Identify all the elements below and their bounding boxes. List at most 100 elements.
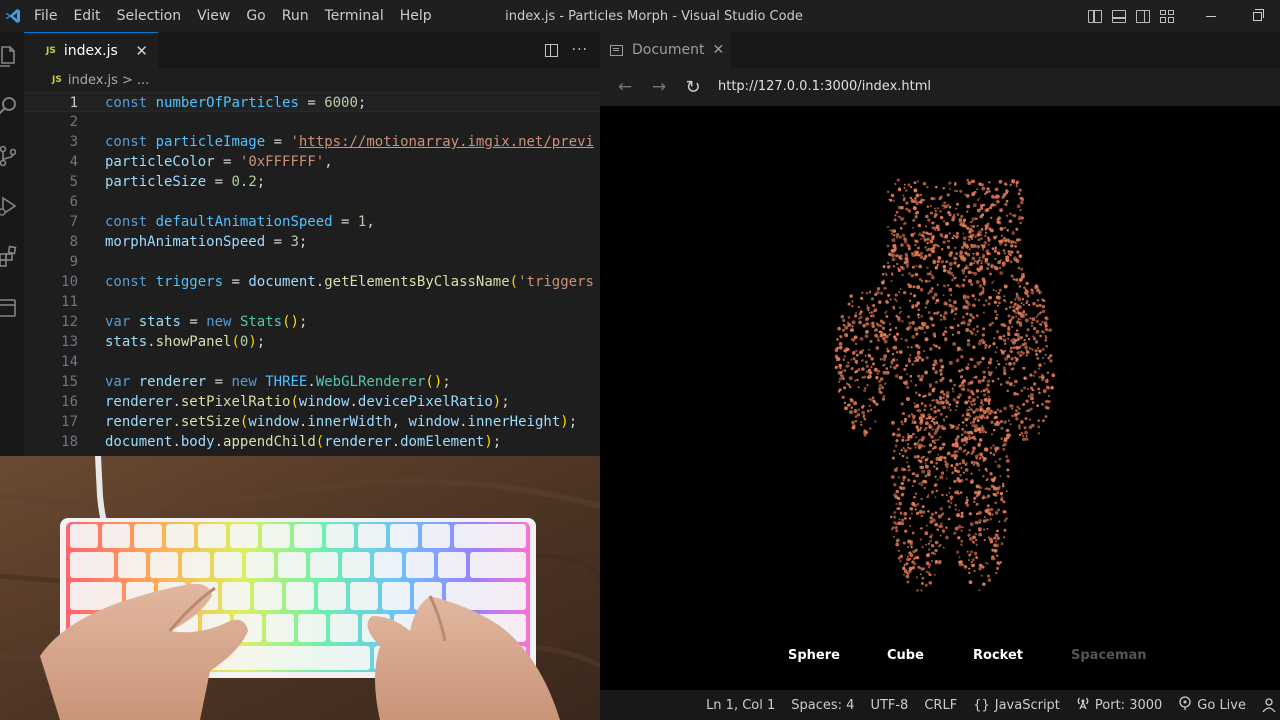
menu-run[interactable]: Run bbox=[274, 0, 317, 32]
toggle-secondary-sidebar-icon[interactable] bbox=[1132, 0, 1154, 32]
accounts-icon[interactable] bbox=[1262, 698, 1276, 712]
keyboard-photo-image bbox=[0, 456, 600, 720]
code-line: 13 stats.showPanel(0); bbox=[24, 332, 600, 352]
customize-layout-icon[interactable] bbox=[1156, 0, 1178, 32]
trigger-cube[interactable]: Cube bbox=[887, 648, 924, 663]
line-number: 17 bbox=[61, 414, 78, 430]
explorer-icon[interactable] bbox=[0, 42, 24, 70]
line-number: 4 bbox=[69, 154, 78, 170]
broadcast-icon bbox=[1076, 696, 1090, 714]
morph-triggers: Sphere Cube Rocket Spaceman bbox=[600, 648, 1280, 672]
braces-icon: {} bbox=[973, 697, 990, 713]
split-editor-icon[interactable] bbox=[544, 43, 558, 57]
code-area[interactable]: 1 const numberOfParticles = 6000; 2 3 cons… bbox=[24, 92, 600, 452]
extensions-icon[interactable] bbox=[0, 242, 24, 270]
minimize-button[interactable] bbox=[1188, 0, 1234, 32]
live-server-port[interactable]: Port: 3000 bbox=[1076, 696, 1162, 714]
menu-file[interactable]: File bbox=[26, 0, 65, 32]
menu-view[interactable]: View bbox=[189, 0, 238, 32]
code-line: 16 renderer.setPixelRatio(window.devicePi… bbox=[24, 392, 600, 412]
line-number: 11 bbox=[61, 294, 78, 310]
title-bar: File Edit Selection View Go Run Terminal… bbox=[0, 0, 1280, 32]
editor-actions: ··· bbox=[544, 32, 588, 68]
code-line: 2 bbox=[24, 112, 600, 132]
url-input[interactable]: http://127.0.0.1:3000/index.html bbox=[716, 74, 1276, 100]
line-number: 16 bbox=[61, 394, 78, 410]
breadcrumb-symbol[interactable]: ... bbox=[137, 73, 149, 88]
code-line: 3 const particleImage = 'https://motionar… bbox=[24, 132, 600, 152]
status-bar: Ln 1, Col 1 Spaces: 4 UTF-8 CRLF {} JavaS… bbox=[600, 690, 1280, 720]
toggle-primary-sidebar-icon[interactable] bbox=[1084, 0, 1106, 32]
editor-group: JS index.js ✕ ··· JS index.js > ... 1 con… bbox=[24, 32, 600, 456]
restore-icon bbox=[1252, 8, 1264, 21]
editor-tab-bar: JS index.js ✕ ··· bbox=[24, 32, 600, 68]
menu-go[interactable]: Go bbox=[238, 0, 273, 32]
encoding[interactable]: UTF-8 bbox=[870, 698, 908, 713]
browser-preview-icon bbox=[610, 44, 623, 56]
code-line: 9 bbox=[24, 252, 600, 272]
cursor-position[interactable]: Ln 1, Col 1 bbox=[706, 698, 775, 713]
source-control-icon[interactable] bbox=[0, 142, 24, 170]
toggle-panel-icon[interactable] bbox=[1108, 0, 1130, 32]
more-actions-icon[interactable]: ··· bbox=[572, 42, 588, 58]
line-number: 15 bbox=[61, 374, 78, 390]
search-icon[interactable] bbox=[0, 92, 24, 120]
keyboard-camera-overlay bbox=[0, 456, 600, 720]
forward-arrow-icon[interactable]: → bbox=[642, 72, 676, 102]
breadcrumb-file[interactable]: index.js bbox=[68, 73, 118, 88]
close-icon[interactable]: ✕ bbox=[713, 42, 725, 58]
menu-terminal[interactable]: Terminal bbox=[317, 0, 392, 32]
menu-bar: File Edit Selection View Go Run Terminal… bbox=[26, 0, 440, 32]
reload-icon[interactable]: ↻ bbox=[676, 72, 710, 102]
code-line: 7 const defaultAnimationSpeed = 1, bbox=[24, 212, 600, 232]
code-line: 10 const triggers = document.getElementsB… bbox=[24, 272, 600, 292]
code-line: 1 const numberOfParticles = 6000; bbox=[24, 92, 600, 112]
tab-label: Document bbox=[632, 42, 705, 58]
code-line: 5 particleSize = 0.2; bbox=[24, 172, 600, 192]
language-mode[interactable]: {} JavaScript bbox=[973, 698, 1060, 713]
restore-button[interactable] bbox=[1234, 0, 1280, 32]
go-live-label: Go Live bbox=[1197, 697, 1246, 713]
particle-scene: Sphere Cube Rocket Spaceman bbox=[600, 106, 1280, 690]
code-line: 4 particleColor = '0xFFFFFF', bbox=[24, 152, 600, 172]
run-debug-icon[interactable] bbox=[0, 192, 24, 220]
line-number: 6 bbox=[69, 194, 78, 210]
spaceman-particle-figure bbox=[834, 178, 1056, 592]
trigger-spaceman[interactable]: Spaceman bbox=[1071, 648, 1147, 663]
line-number: 8 bbox=[69, 234, 78, 250]
activity-bar bbox=[0, 32, 24, 456]
code-line: 17 renderer.setSize(window.innerWidth, wi… bbox=[24, 412, 600, 432]
end-of-line[interactable]: CRLF bbox=[924, 698, 957, 713]
line-number: 5 bbox=[69, 174, 78, 190]
trigger-rocket[interactable]: Rocket bbox=[973, 648, 1023, 663]
breadcrumb-separator: > bbox=[121, 72, 133, 88]
code-line: 18 document.body.appendChild(renderer.dom… bbox=[24, 432, 600, 452]
code-line: 11 bbox=[24, 292, 600, 312]
line-number: 1 bbox=[69, 95, 78, 111]
close-icon[interactable]: ✕ bbox=[135, 42, 148, 60]
line-number: 18 bbox=[61, 434, 78, 450]
menu-selection[interactable]: Selection bbox=[109, 0, 190, 32]
trigger-sphere[interactable]: Sphere bbox=[788, 648, 840, 663]
go-live-button[interactable]: Go Live bbox=[1178, 696, 1246, 714]
tab-index-js[interactable]: JS index.js ✕ bbox=[24, 32, 158, 68]
minimize-icon bbox=[1206, 15, 1216, 17]
remote-explorer-icon[interactable] bbox=[0, 294, 24, 322]
breadcrumb: JS index.js > ... bbox=[24, 68, 600, 92]
line-number: 7 bbox=[69, 214, 78, 230]
indentation[interactable]: Spaces: 4 bbox=[791, 698, 854, 713]
line-number: 2 bbox=[69, 114, 78, 130]
layout-controls bbox=[1082, 0, 1280, 32]
simple-browser-pane: Document ✕ ← → ↻ http://127.0.0.1:3000/i… bbox=[600, 32, 1280, 690]
code-line: 8 morphAnimationSpeed = 3; bbox=[24, 232, 600, 252]
line-number: 10 bbox=[61, 274, 78, 290]
line-number: 13 bbox=[61, 334, 78, 350]
tab-document[interactable]: Document ✕ bbox=[600, 32, 730, 68]
js-file-icon: JS bbox=[46, 45, 56, 56]
preview-tab-bar: Document ✕ bbox=[600, 32, 1280, 68]
back-arrow-icon[interactable]: ← bbox=[608, 72, 642, 102]
menu-help[interactable]: Help bbox=[392, 0, 440, 32]
line-number: 14 bbox=[61, 354, 78, 370]
menu-edit[interactable]: Edit bbox=[65, 0, 108, 32]
code-line: 15 var renderer = new THREE.WebGLRenderer… bbox=[24, 372, 600, 392]
